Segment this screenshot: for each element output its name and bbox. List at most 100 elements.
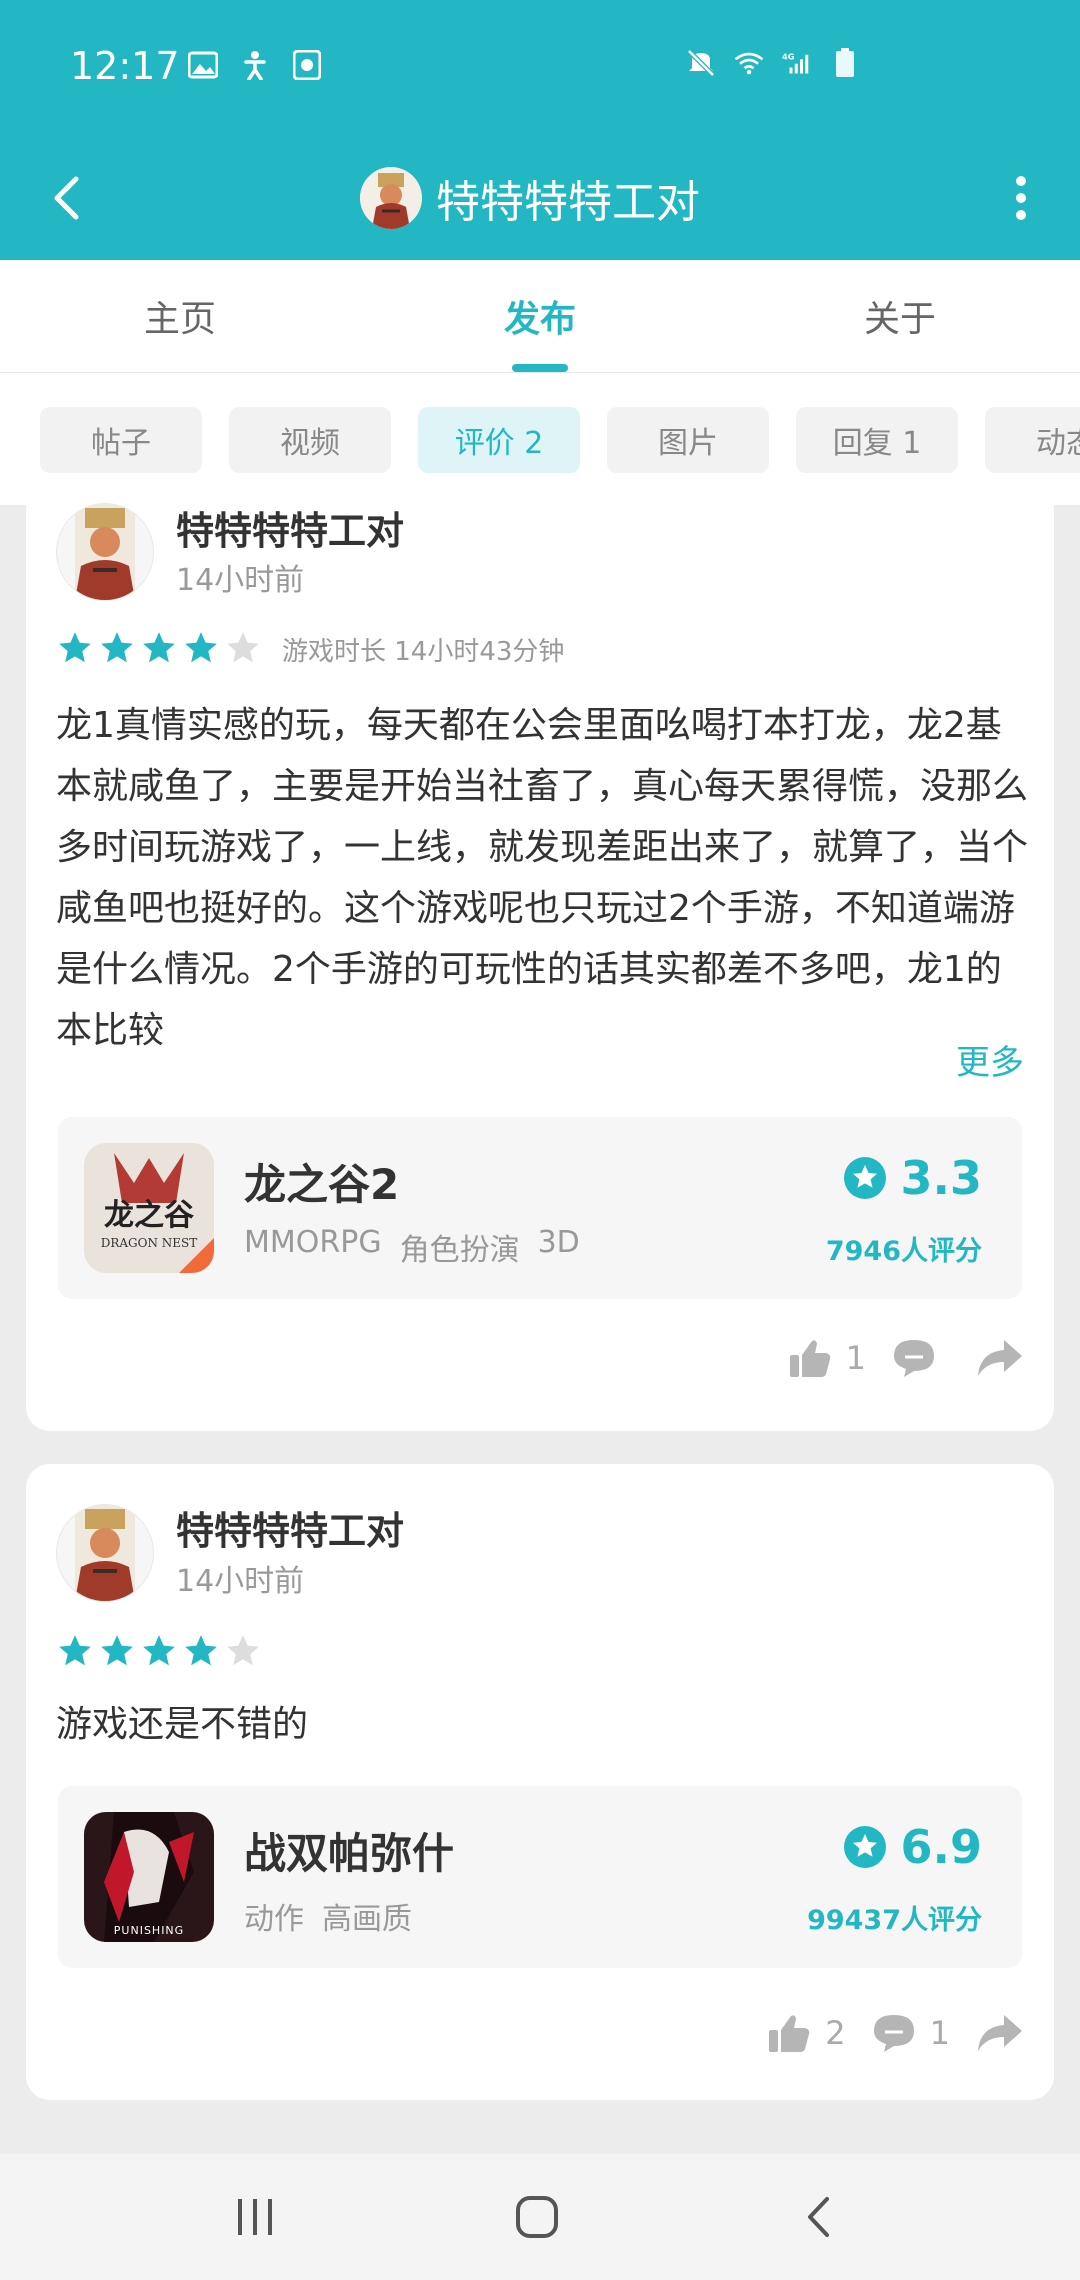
back-icon: [808, 2197, 829, 2237]
signal-4g-icon: 4G: [782, 48, 812, 78]
more-vertical-icon: [1016, 176, 1026, 220]
system-back-button[interactable]: [773, 2182, 863, 2252]
comment-button[interactable]: 1: [872, 2012, 950, 2054]
home-button[interactable]: [492, 2182, 582, 2252]
game-card[interactable]: 龙之谷 DRAGON NEST 龙之谷2 MMORPG 角色扮演 3D 3.3 7…: [58, 1117, 1022, 1299]
filter-posts[interactable]: 帖子: [40, 407, 202, 473]
game-score: 3.3: [843, 1151, 983, 1205]
review-time: 14小时前: [176, 1564, 305, 1599]
like-count: 1: [845, 1339, 866, 1377]
profile-title: 特特特特工对: [360, 154, 700, 242]
tab-publish[interactable]: 发布: [440, 260, 640, 372]
game-tags: MMORPG 角色扮演 3D: [244, 1225, 580, 1269]
like-button[interactable]: 2: [767, 2012, 846, 2054]
status-system-icons: 4G: [686, 48, 860, 78]
star-filled-icon: [143, 1635, 175, 1666]
avatar[interactable]: [360, 167, 422, 229]
status-bar: 12:17 4G: [0, 0, 1080, 136]
game-tag: 角色扮演: [399, 1233, 520, 1268]
share-button[interactable]: [976, 1338, 1024, 1378]
like-button[interactable]: 1: [788, 1337, 866, 1379]
more-menu-button[interactable]: [986, 160, 1056, 236]
star-empty-icon: [227, 632, 259, 663]
game-score: 6.9: [843, 1820, 983, 1874]
thumbs-up-icon: [769, 2015, 810, 2052]
recent-apps-icon: [238, 2199, 272, 2235]
rating-stars: [56, 629, 262, 667]
review-card[interactable]: 特特特特工对 14小时前 游戏还是不错的 PUNISHING 战双帕弥什 动作 …: [26, 1464, 1054, 2100]
filter-replies[interactable]: 回复 1: [796, 407, 958, 473]
game-score-value: 6.9: [900, 1820, 983, 1874]
game-rating-count: 99437人评分: [807, 1905, 982, 1936]
star-filled-icon: [101, 1635, 133, 1666]
game-name: 龙之谷2: [244, 1160, 400, 1209]
app-bar: 特特特特工对: [0, 136, 1080, 260]
rating-stars: [56, 1632, 262, 1670]
filter-activity[interactable]: 动态: [985, 407, 1080, 473]
battery-icon: [830, 48, 860, 78]
wifi-icon: [734, 48, 764, 78]
share-button[interactable]: [976, 2013, 1024, 2053]
star-empty-icon: [227, 1635, 259, 1666]
image-icon: [188, 50, 218, 80]
game-rating-count: 7946人评分: [825, 1236, 982, 1267]
screen-record-icon: [292, 50, 322, 80]
review-actions: 2 1: [767, 2012, 1024, 2054]
tab-about[interactable]: 关于: [800, 260, 1000, 372]
game-icon-punishing: PUNISHING: [84, 1812, 214, 1942]
play-duration: 游戏时长 14小时43分钟: [282, 637, 565, 667]
filter-images[interactable]: 图片: [607, 407, 769, 473]
game-tag: 高画质: [322, 1902, 412, 1937]
svg-text:DRAGON NEST: DRAGON NEST: [101, 1236, 198, 1250]
svg-text:4G: 4G: [782, 51, 795, 61]
game-tag: 动作: [244, 1902, 304, 1937]
content-filter-bar: 帖子 视频 评价 2 图片 回复 1 动态: [0, 373, 1080, 505]
active-tab-indicator: [512, 364, 568, 372]
comment-count: 1: [929, 2014, 950, 2052]
avatar[interactable]: [56, 503, 154, 601]
star-badge-icon: [843, 1826, 886, 1868]
tab-home[interactable]: 主页: [80, 260, 280, 372]
system-nav-bar: [0, 2154, 1080, 2280]
review-actions: 1: [788, 1337, 1024, 1379]
review-card[interactable]: 特特特特工对 14小时前 游戏时长 14小时43分钟 龙1真情实感的玩，每天都在…: [26, 503, 1054, 1431]
game-icon-text: 龙之谷: [104, 1198, 194, 1233]
filter-videos[interactable]: 视频: [229, 407, 391, 473]
review-text[interactable]: 龙1真情实感的玩，每天都在公会里面吆喝打本打龙，龙2基本就咸鱼了，主要是开始当社…: [56, 695, 1036, 1061]
review-author-name[interactable]: 特特特特工对: [176, 1500, 404, 1555]
filter-reviews[interactable]: 评价 2: [418, 407, 580, 473]
back-button[interactable]: [28, 160, 104, 236]
like-count: 2: [825, 2014, 846, 2052]
comment-icon: [873, 2015, 914, 2052]
mute-icon: [686, 48, 716, 78]
game-card[interactable]: PUNISHING 战双帕弥什 动作 高画质 6.9 99437人评分: [58, 1786, 1022, 1968]
star-filled-icon: [185, 632, 217, 663]
page-title: 特特特特工对: [436, 177, 700, 228]
game-name: 战双帕弥什: [244, 1829, 455, 1878]
share-icon: [978, 1340, 1022, 1376]
review-author-name[interactable]: 特特特特工对: [176, 500, 404, 555]
recent-apps-button[interactable]: [210, 2182, 300, 2252]
game-tag: 3D: [537, 1225, 580, 1260]
star-filled-icon: [59, 1635, 91, 1666]
review-time: 14小时前: [176, 563, 305, 598]
home-icon: [516, 2196, 558, 2238]
accessibility-icon: [240, 50, 270, 80]
status-notification-icons: [188, 50, 322, 80]
review-text[interactable]: 游戏还是不错的: [56, 1694, 1036, 1755]
game-icon-dragon-nest: 龙之谷 DRAGON NEST: [84, 1143, 214, 1273]
star-filled-icon: [59, 632, 91, 663]
comment-icon: [894, 1340, 934, 1377]
comment-button[interactable]: [892, 1337, 950, 1379]
star-filled-icon: [185, 1635, 217, 1666]
game-icon-text: PUNISHING: [114, 1924, 184, 1937]
share-icon: [978, 2015, 1022, 2051]
expand-more-link[interactable]: 更多: [946, 1035, 1024, 1084]
star-badge-icon: [843, 1157, 886, 1199]
avatar[interactable]: [56, 1504, 154, 1602]
thumbs-up-icon: [789, 1340, 830, 1377]
profile-tabs: 主页 发布 关于: [0, 260, 1080, 373]
game-tags: 动作 高画质: [244, 1894, 412, 1938]
back-chevron-icon: [54, 176, 79, 220]
game-score-value: 3.3: [900, 1151, 983, 1205]
